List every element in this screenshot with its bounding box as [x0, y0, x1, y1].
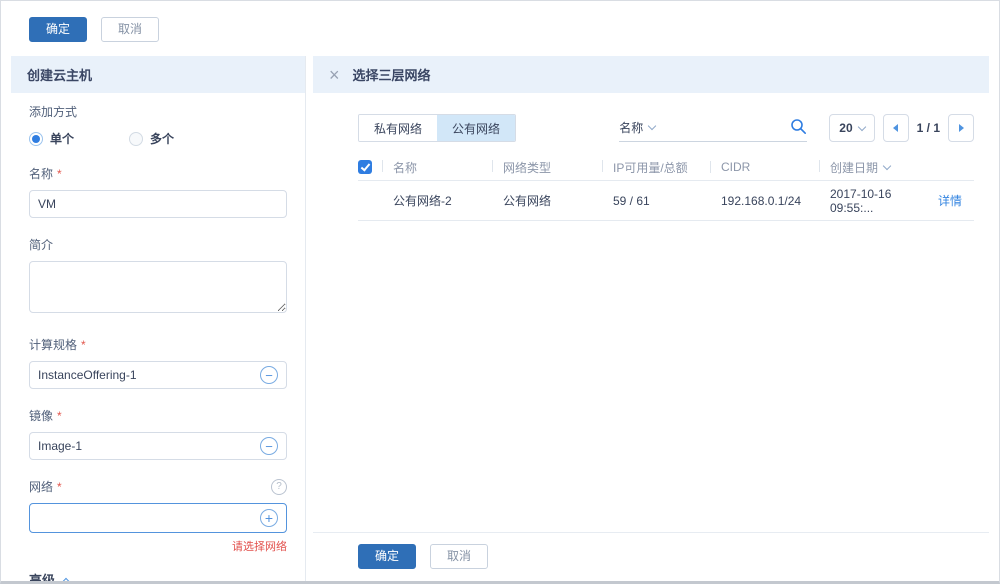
add-mode-options: 单个 多个 — [29, 130, 287, 147]
image-value: Image-1 — [38, 439, 260, 453]
dialog-content: 创建云主机 添加方式 单个 多个 — [1, 56, 999, 581]
right-panel-header: 选择三层网络 — [313, 56, 989, 93]
cell-type: 公有网络 — [503, 192, 613, 209]
right-panel-title: 选择三层网络 — [353, 65, 431, 84]
add-mode-label: 添加方式 — [29, 103, 287, 120]
description-field: 简介 — [29, 236, 287, 318]
cell-name: 公有网络-2 — [393, 192, 503, 209]
image-input[interactable]: Image-1 — [29, 432, 287, 460]
select-network-panel: 选择三层网络 私有网络 公有网络 名称 20 — [313, 56, 989, 581]
prev-page-button[interactable] — [883, 114, 909, 142]
instance-offering-value: InstanceOffering-1 — [38, 368, 260, 382]
description-label: 简介 — [29, 236, 287, 253]
network-table: 名称 网络类型 IP可用量/总额 CIDR 创建日期 公有网络-2 公有网络 — [358, 154, 974, 221]
create-vm-form: 添加方式 单个 多个 名称 — [11, 93, 305, 581]
tab-private-network[interactable]: 私有网络 — [359, 115, 437, 141]
remove-image-icon[interactable] — [260, 437, 278, 455]
sort-chevron-down-icon — [883, 161, 891, 169]
close-icon[interactable] — [329, 66, 340, 84]
network-input[interactable] — [29, 503, 287, 533]
add-network-icon[interactable] — [260, 509, 278, 527]
search-icon[interactable] — [790, 118, 807, 135]
table-row[interactable]: 公有网络-2 公有网络 59 / 61 192.168.0.1/24 2017-… — [358, 181, 974, 221]
details-link[interactable]: 详情 — [938, 194, 962, 208]
image-label: 镜像 — [29, 407, 287, 424]
description-textarea[interactable] — [29, 261, 287, 313]
instance-offering-label: 计算规格 — [29, 336, 287, 353]
column-header-type[interactable]: 网络类型 — [503, 159, 613, 176]
left-panel-header: 创建云主机 — [11, 56, 305, 93]
radio-option-multiple[interactable]: 多个 — [129, 130, 229, 147]
column-header-ip[interactable]: IP可用量/总额 — [613, 159, 721, 176]
chevron-down-icon — [857, 122, 865, 130]
page-size-value: 20 — [839, 121, 852, 135]
remove-instance-offering-icon[interactable] — [260, 366, 278, 384]
column-header-name[interactable]: 名称 — [393, 159, 503, 176]
select-all-cell — [358, 160, 393, 174]
page-info: 1 / 1 — [917, 121, 940, 135]
network-error-text: 请选择网络 — [29, 538, 287, 554]
name-input[interactable] — [38, 191, 278, 217]
network-label: 网络 — [29, 478, 62, 495]
network-cancel-button[interactable]: 取消 — [430, 544, 488, 569]
table-header-row: 名称 网络类型 IP可用量/总额 CIDR 创建日期 — [358, 154, 974, 181]
create-vm-panel: 创建云主机 添加方式 单个 多个 — [11, 56, 306, 581]
chevron-up-icon — [62, 577, 70, 581]
select-all-checkbox[interactable] — [358, 160, 372, 174]
page-size-select[interactable]: 20 — [829, 114, 874, 142]
confirm-button[interactable]: 确定 — [29, 17, 87, 42]
pagination: 20 1 / 1 — [829, 114, 974, 142]
instance-offering-input[interactable]: InstanceOffering-1 — [29, 361, 287, 389]
dialog-frame: 确定 取消 创建云主机 添加方式 单个 多 — [0, 0, 1000, 584]
name-input-wrap — [29, 190, 287, 218]
radio-label-single: 单个 — [50, 130, 74, 147]
next-page-button[interactable] — [948, 114, 974, 142]
cell-cidr: 192.168.0.1/24 — [721, 194, 830, 208]
image-field: 镜像 Image-1 — [29, 407, 287, 460]
network-confirm-button[interactable]: 确定 — [358, 544, 416, 569]
name-label: 名称 — [29, 165, 287, 182]
column-header-cidr[interactable]: CIDR — [721, 160, 830, 174]
next-page-icon — [959, 124, 964, 132]
network-dialog-footer: 确定 取消 — [313, 532, 989, 581]
help-icon[interactable] — [271, 479, 287, 495]
cell-created: 2017-10-16 09:55:... — [830, 187, 938, 215]
radio-label-multiple: 多个 — [150, 130, 174, 147]
network-toolbar: 私有网络 公有网络 名称 20 — [358, 114, 974, 142]
left-panel-title: 创建云主机 — [27, 65, 92, 84]
add-mode-field: 添加方式 单个 多个 — [29, 103, 287, 147]
instance-offering-field: 计算规格 InstanceOffering-1 — [29, 336, 287, 389]
search-field-selector[interactable]: 名称 — [619, 119, 643, 136]
column-header-created[interactable]: 创建日期 — [830, 159, 938, 176]
network-field: 网络 请选择网络 — [29, 478, 287, 554]
network-type-tabs: 私有网络 公有网络 — [358, 114, 516, 142]
radio-selected-icon[interactable] — [29, 132, 43, 146]
chevron-down-icon — [648, 122, 656, 130]
radio-option-single[interactable]: 单个 — [29, 130, 129, 147]
search-bar[interactable]: 名称 — [619, 115, 807, 142]
network-label-row: 网络 — [29, 478, 287, 495]
advanced-label: 高级 — [29, 570, 55, 581]
name-field: 名称 — [29, 165, 287, 218]
cell-ip: 59 / 61 — [613, 194, 721, 208]
cancel-button[interactable]: 取消 — [101, 17, 159, 42]
tab-public-network[interactable]: 公有网络 — [437, 115, 515, 141]
prev-page-icon — [893, 124, 898, 132]
topbar: 确定 取消 — [1, 1, 999, 56]
radio-unselected-icon[interactable] — [129, 132, 143, 146]
advanced-toggle[interactable]: 高级 — [29, 570, 287, 581]
